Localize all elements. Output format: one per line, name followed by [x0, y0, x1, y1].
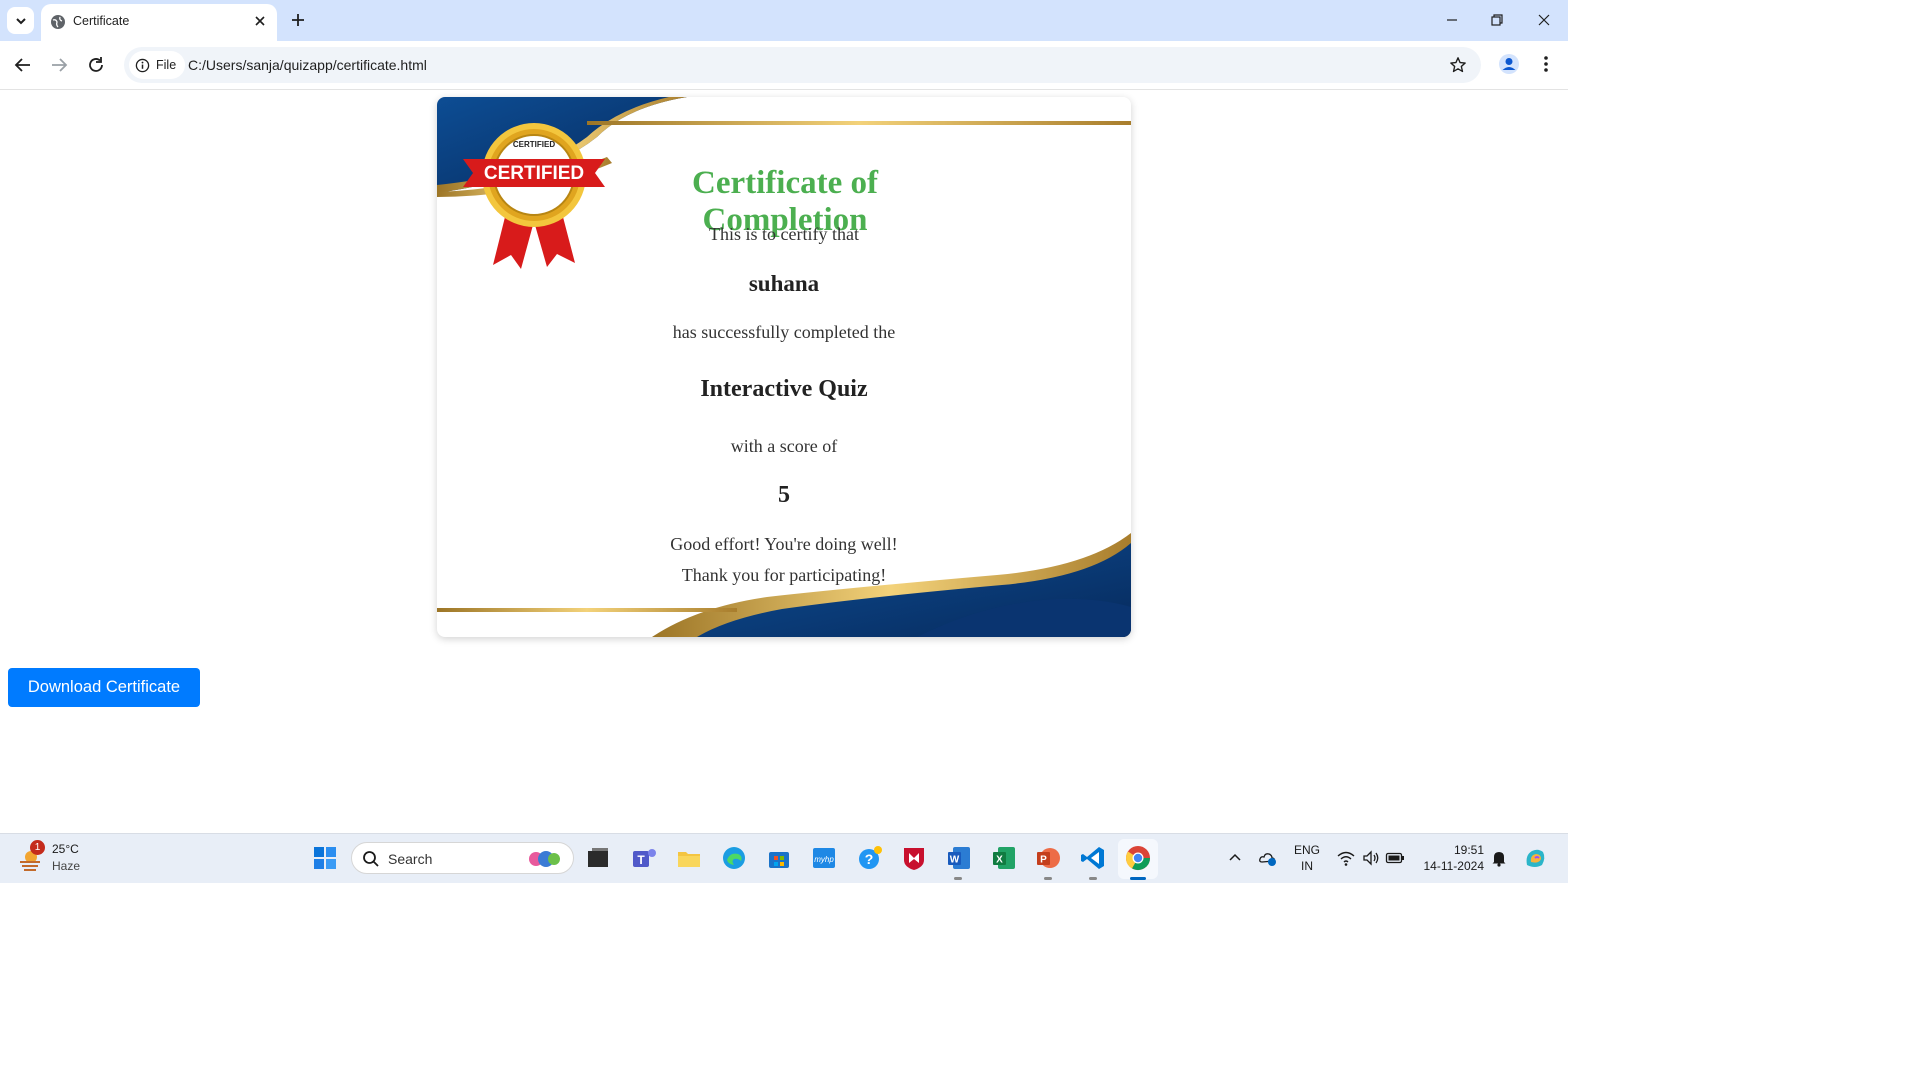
svg-text:W: W	[950, 855, 960, 866]
word-icon[interactable]: W	[945, 844, 973, 872]
info-icon	[135, 58, 150, 72]
teams-icon[interactable]: T	[630, 844, 658, 872]
weather-badge: 1	[30, 840, 45, 855]
svg-text:?: ?	[865, 851, 874, 867]
speaker-icon[interactable]	[1361, 849, 1381, 867]
search-highlight-icon	[529, 851, 560, 867]
certificate-intro: This is to certify that	[709, 224, 859, 244]
wifi-icon[interactable]	[1336, 849, 1356, 867]
new-tab-icon[interactable]	[289, 11, 307, 29]
certificate-card: CERTIFIED CERTIFIED Certificate of Compl…	[437, 97, 1131, 637]
forward-arrow-icon[interactable]	[48, 54, 70, 76]
vscode-running-indicator	[1089, 877, 1097, 880]
url-text[interactable]: C:/Users/sanja/quizapp/certificate.html	[188, 57, 427, 73]
chevron-down-icon	[15, 17, 26, 24]
badge-ring-text: CERTIFIED	[513, 140, 555, 149]
minimize-icon[interactable]	[1442, 10, 1462, 30]
svg-text:myhp: myhp	[814, 855, 834, 864]
powerpoint-running-indicator	[1044, 877, 1052, 880]
kebab-menu-icon[interactable]	[1537, 53, 1555, 75]
word-running-indicator	[954, 877, 962, 880]
weather-temp: 25°C	[52, 842, 79, 856]
tab-certificate[interactable]: Certificate	[41, 4, 277, 41]
windows-taskbar: 1 25°C Haze Search T myhp ? W X P ENG IN…	[0, 833, 1568, 883]
close-icon[interactable]	[253, 14, 267, 28]
recipient-name: suhana	[748, 271, 820, 296]
globe-icon	[51, 15, 65, 29]
powerpoint-icon[interactable]: P	[1034, 844, 1062, 872]
browser-toolbar: File C:/Users/sanja/quizapp/certificate.…	[0, 41, 1568, 90]
bookmark-star-icon[interactable]	[1449, 56, 1467, 74]
help-icon[interactable]: ?	[856, 844, 884, 872]
edge-icon[interactable]	[720, 844, 748, 872]
search-label: Search	[388, 851, 433, 867]
chevron-up-icon[interactable]	[1228, 852, 1242, 862]
weather-widget[interactable]: 1 25°C Haze	[18, 840, 98, 876]
download-certificate-button[interactable]: Download Certificate	[8, 668, 200, 707]
address-bar[interactable]: File C:/Users/sanja/quizapp/certificate.…	[124, 47, 1481, 83]
onedrive-sync-icon[interactable]	[1258, 849, 1278, 867]
search-icon	[363, 851, 379, 867]
clock-date[interactable]: 14-11-2024	[1413, 859, 1485, 873]
score-label: with a score of	[730, 436, 838, 456]
clock-time[interactable]: 19:51	[1418, 843, 1484, 857]
window-close-icon[interactable]	[1534, 10, 1554, 30]
svg-text:X: X	[996, 855, 1003, 866]
svg-text:T: T	[637, 853, 645, 867]
profile-avatar-icon[interactable]	[1498, 53, 1520, 75]
reload-icon[interactable]	[85, 54, 107, 76]
restore-icon[interactable]	[1487, 10, 1507, 30]
task-view-icon[interactable]	[584, 844, 612, 872]
battery-icon[interactable]	[1385, 850, 1405, 866]
excel-icon[interactable]: X	[990, 844, 1018, 872]
notification-bell-icon[interactable]	[1490, 849, 1508, 867]
security-chip-label: File	[156, 58, 177, 72]
vscode-icon[interactable]	[1079, 844, 1107, 872]
chrome-icon[interactable]	[1124, 844, 1152, 872]
site-info-chip[interactable]: File	[129, 51, 186, 79]
folder-icon[interactable]	[675, 844, 703, 872]
myhp-icon[interactable]: myhp	[810, 844, 838, 872]
badge-text: CERTIFIED	[484, 163, 584, 184]
store-icon[interactable]	[765, 844, 793, 872]
tab-title: Certificate	[73, 14, 130, 28]
certified-badge-icon: CERTIFIED CERTIFIED	[463, 123, 605, 269]
language-line2[interactable]: IN	[1290, 859, 1324, 873]
completed-text: has successfully completed the	[672, 322, 896, 342]
thanks-message: Thank you for participating!	[681, 565, 887, 585]
weather-condition: Haze	[52, 859, 81, 873]
copilot-icon[interactable]	[1522, 845, 1548, 871]
mcafee-icon[interactable]	[900, 844, 928, 872]
taskbar-search[interactable]: Search	[351, 842, 574, 874]
svg-text:P: P	[1040, 855, 1047, 866]
feedback-message: Good effort! You're doing well!	[670, 534, 898, 554]
tab-search-button[interactable]	[7, 7, 34, 34]
language-line1[interactable]: ENG	[1290, 843, 1324, 857]
browser-titlebar: Certificate	[0, 0, 1568, 41]
chrome-running-indicator	[1130, 877, 1146, 880]
score-value: 5	[778, 482, 790, 508]
windows-start-icon[interactable]	[311, 844, 339, 872]
quiz-name: Interactive Quiz	[700, 376, 868, 402]
back-arrow-icon[interactable]	[12, 54, 34, 76]
